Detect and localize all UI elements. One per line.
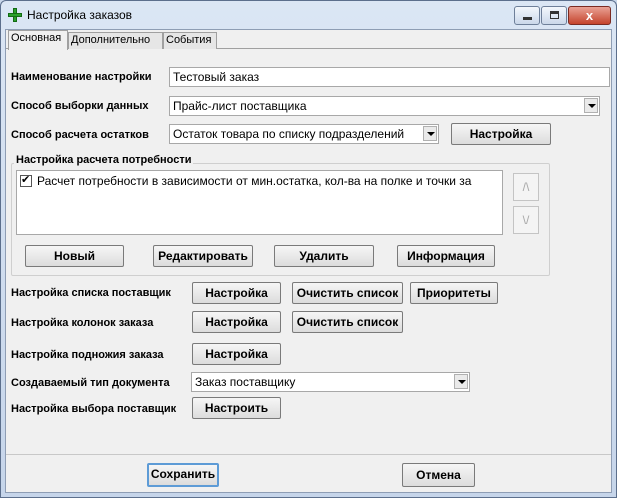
chevron-down-icon[interactable] bbox=[454, 374, 468, 389]
tab-main[interactable]: Основная bbox=[8, 30, 68, 50]
data-sampling-label: Способ выборки данных bbox=[11, 100, 149, 112]
close-icon: x bbox=[585, 8, 594, 23]
order-footer-setup-button[interactable]: Настройка bbox=[192, 343, 281, 365]
supplier-list-setup-button[interactable]: Настройка bbox=[192, 282, 281, 304]
stock-setup-button[interactable]: Настройка bbox=[451, 123, 551, 145]
doc-type-select[interactable]: Заказ поставщику bbox=[191, 372, 470, 392]
stock-calc-select[interactable]: Остаток товара по списку подразделений bbox=[169, 124, 439, 144]
supplier-select-label: Настройка выбора поставщик bbox=[11, 403, 177, 415]
info-button[interactable]: Информация bbox=[397, 245, 495, 267]
close-button[interactable]: x bbox=[568, 6, 611, 25]
save-button[interactable]: Сохранить bbox=[147, 463, 219, 487]
delete-button[interactable]: Удалить bbox=[274, 245, 374, 267]
tab-events[interactable]: События bbox=[163, 32, 217, 49]
settings-window: Настройка заказов x Основная Дополнитель… bbox=[0, 0, 617, 498]
maximize-icon bbox=[550, 11, 559, 19]
tab-additional[interactable]: Дополнительно bbox=[68, 32, 163, 49]
supplier-list-label: Настройка списка поставщик bbox=[11, 287, 171, 299]
move-down-button[interactable]: \/ bbox=[513, 206, 539, 234]
window-client-area: Основная Дополнительно События Наименова… bbox=[5, 29, 612, 493]
edit-button[interactable]: Редактировать bbox=[153, 245, 253, 267]
order-columns-clear-button[interactable]: Очистить список bbox=[292, 311, 403, 333]
move-up-button[interactable]: /\ bbox=[513, 173, 539, 201]
order-footer-label: Настройка подножия заказа bbox=[11, 349, 164, 361]
data-sampling-select[interactable]: Прайс-лист поставщика bbox=[169, 96, 600, 116]
list-item-text: Расчет потребности в зависимости от мин.… bbox=[37, 174, 472, 188]
priorities-button[interactable]: Приоритеты bbox=[410, 282, 498, 304]
list-item[interactable]: Расчет потребности в зависимости от мин.… bbox=[19, 173, 502, 190]
supplier-list-clear-button[interactable]: Очистить список bbox=[292, 282, 403, 304]
maximize-button[interactable] bbox=[541, 6, 567, 25]
title-bar[interactable]: Настройка заказов x bbox=[1, 1, 616, 29]
stock-calc-value: Остаток товара по списку подразделений bbox=[173, 127, 405, 141]
cancel-button[interactable]: Отмена bbox=[402, 463, 475, 487]
doc-type-value: Заказ поставщику bbox=[195, 375, 296, 389]
order-columns-setup-button[interactable]: Настройка bbox=[192, 311, 281, 333]
app-cross-icon bbox=[8, 8, 22, 22]
window-title: Настройка заказов bbox=[27, 8, 133, 22]
setting-name-label: Наименование настройки bbox=[11, 71, 152, 83]
doc-type-label: Создаваемый тип документа bbox=[11, 377, 170, 389]
chevron-down-icon[interactable] bbox=[423, 126, 437, 141]
order-columns-label: Настройка колонок заказа bbox=[11, 317, 154, 329]
data-sampling-value: Прайс-лист поставщика bbox=[173, 99, 307, 113]
demand-calc-list[interactable]: Расчет потребности в зависимости от мин.… bbox=[16, 170, 503, 235]
stock-calc-label: Способ расчета остатков bbox=[11, 129, 149, 141]
setting-name-input[interactable]: Тестовый заказ bbox=[169, 67, 610, 87]
item-checkbox[interactable] bbox=[20, 173, 32, 187]
new-button[interactable]: Новый bbox=[25, 245, 124, 267]
supplier-select-button[interactable]: Настроить bbox=[192, 397, 281, 419]
chevron-down-icon[interactable] bbox=[584, 98, 598, 113]
minimize-icon bbox=[523, 17, 532, 20]
bottom-divider bbox=[6, 454, 611, 455]
demand-calc-group-title: Настройка расчета потребности bbox=[14, 154, 194, 166]
minimize-button[interactable] bbox=[514, 6, 540, 25]
